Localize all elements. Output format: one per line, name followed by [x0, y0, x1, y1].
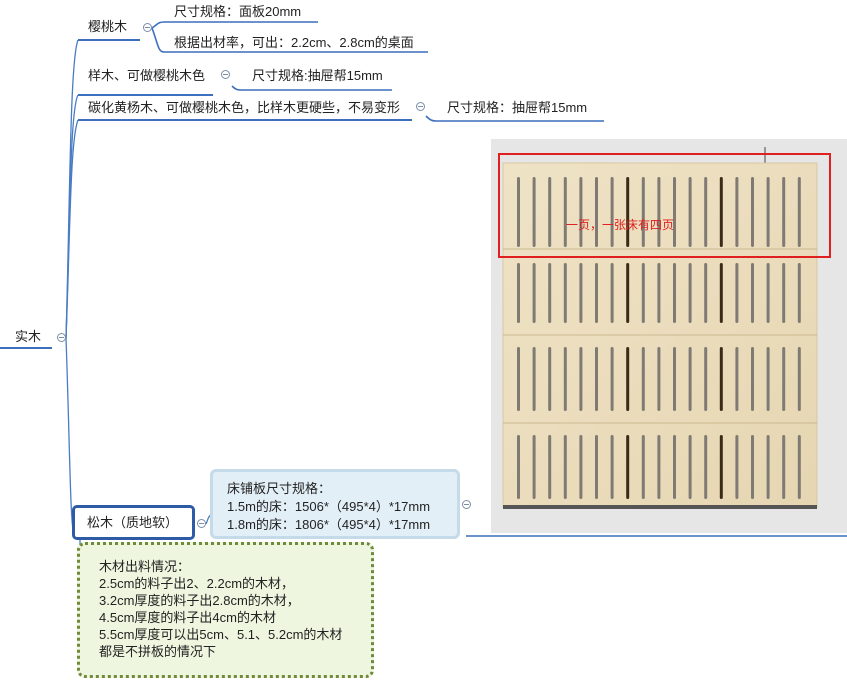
yield-line-3: 3.2cm厚度的料子出2.8cm的木材，: [99, 593, 300, 608]
slot: [563, 435, 567, 499]
branch-tan-label[interactable]: 碳化黄杨木、可做樱桃木色，比样木更硬些，不易变形: [88, 100, 400, 116]
slot: [719, 263, 723, 323]
bed-note-line-1: 床铺板尺寸规格：: [227, 481, 332, 496]
yield-line-2: 2.5cm的料子出2、2.2cm的木材，: [99, 576, 295, 591]
slot: [673, 347, 676, 411]
slot: [641, 347, 645, 411]
annotation-frame: [498, 153, 831, 258]
yang-child-1[interactable]: 尺寸规格:抽屉帮15mm: [252, 68, 383, 84]
slot: [610, 435, 614, 499]
slot: [719, 435, 723, 499]
yield-line-5: 5.5cm厚度可以出5cm、5.1、5.2cm的木材: [99, 627, 343, 642]
slot: [641, 435, 645, 499]
slot: [548, 435, 552, 499]
bed-note-line-2: 1.5m的床：1506*（495*4）*17mm: [227, 499, 431, 514]
root-collapse-icon[interactable]: [57, 333, 66, 342]
tan-collapse-icon[interactable]: [416, 102, 425, 111]
slot: [517, 263, 520, 323]
root-node-label[interactable]: 实木: [15, 329, 41, 345]
tan-child-1[interactable]: 尺寸规格：抽屉帮15mm: [447, 100, 587, 116]
bed-note-collapse-icon[interactable]: [462, 500, 471, 509]
slot: [517, 435, 520, 499]
slot: [735, 435, 739, 499]
bed-note-line-3: 1.8m的床：1806*（495*4）*17mm: [227, 517, 431, 532]
slot: [626, 347, 630, 411]
yield-line-6: 都是不拼板的情况下: [99, 644, 217, 659]
slot: [673, 435, 676, 499]
slot: [766, 263, 770, 323]
slot: [563, 263, 567, 323]
slot: [735, 263, 739, 323]
slot: [782, 435, 786, 499]
slot: [579, 347, 583, 411]
slot: [782, 347, 786, 411]
slot: [563, 347, 567, 411]
slot: [579, 435, 583, 499]
slot: [688, 263, 692, 323]
slot: [626, 263, 630, 323]
slot: [797, 263, 801, 323]
slot: [704, 263, 708, 323]
yang-collapse-icon[interactable]: [221, 70, 230, 79]
slot: [688, 435, 692, 499]
annotation-label: 一页，一张床有四页: [566, 218, 675, 232]
slot: [797, 435, 801, 499]
yield-line-4: 4.5cm厚度的料子出4cm的木材: [99, 610, 276, 625]
slot: [766, 435, 770, 499]
slot: [797, 347, 801, 411]
song-collapse-icon[interactable]: [197, 519, 206, 528]
slot: [751, 263, 754, 323]
slot: [719, 347, 723, 411]
slot: [595, 347, 598, 411]
branch-song-box[interactable]: 松木（质地软）: [72, 505, 195, 540]
slot: [626, 435, 630, 499]
branch-song-label[interactable]: 松木（质地软）: [87, 515, 178, 531]
slot: [751, 435, 754, 499]
yingtao-child-2[interactable]: 根据出材率，可出：2.2cm、2.8cm的桌面: [174, 35, 414, 51]
slot: [532, 263, 536, 323]
slot: [595, 263, 598, 323]
slot: [782, 263, 786, 323]
slot: [688, 347, 692, 411]
slot: [610, 347, 614, 411]
slot: [751, 347, 754, 411]
slot: [735, 347, 739, 411]
slot: [657, 435, 661, 499]
yingtao-collapse-icon[interactable]: [143, 23, 152, 32]
slot: [673, 263, 676, 323]
slot: [532, 435, 536, 499]
yield-line-1: 木材出料情况：: [99, 559, 191, 574]
bed-spec-note[interactable]: 床铺板尺寸规格： 1.5m的床：1506*（495*4）*17mm 1.8m的床…: [210, 469, 460, 539]
slot: [704, 347, 708, 411]
slot: [548, 347, 552, 411]
slot: [657, 263, 661, 323]
yield-info-note[interactable]: 木材出料情况： 2.5cm的料子出2、2.2cm的木材， 3.2cm厚度的料子出…: [77, 542, 374, 678]
slot: [610, 263, 614, 323]
slot: [532, 347, 536, 411]
slot: [657, 347, 661, 411]
slot: [548, 263, 552, 323]
branch-yingtao-label[interactable]: 樱桃木: [88, 19, 127, 35]
yingtao-child-1[interactable]: 尺寸规格：面板20mm: [174, 4, 301, 20]
slot: [579, 263, 583, 323]
slot: [517, 347, 520, 411]
branch-yang-label[interactable]: 样木、可做樱桃木色: [88, 68, 205, 84]
slot: [595, 435, 598, 499]
slot: [641, 263, 645, 323]
slot: [766, 347, 770, 411]
slot: [704, 435, 708, 499]
